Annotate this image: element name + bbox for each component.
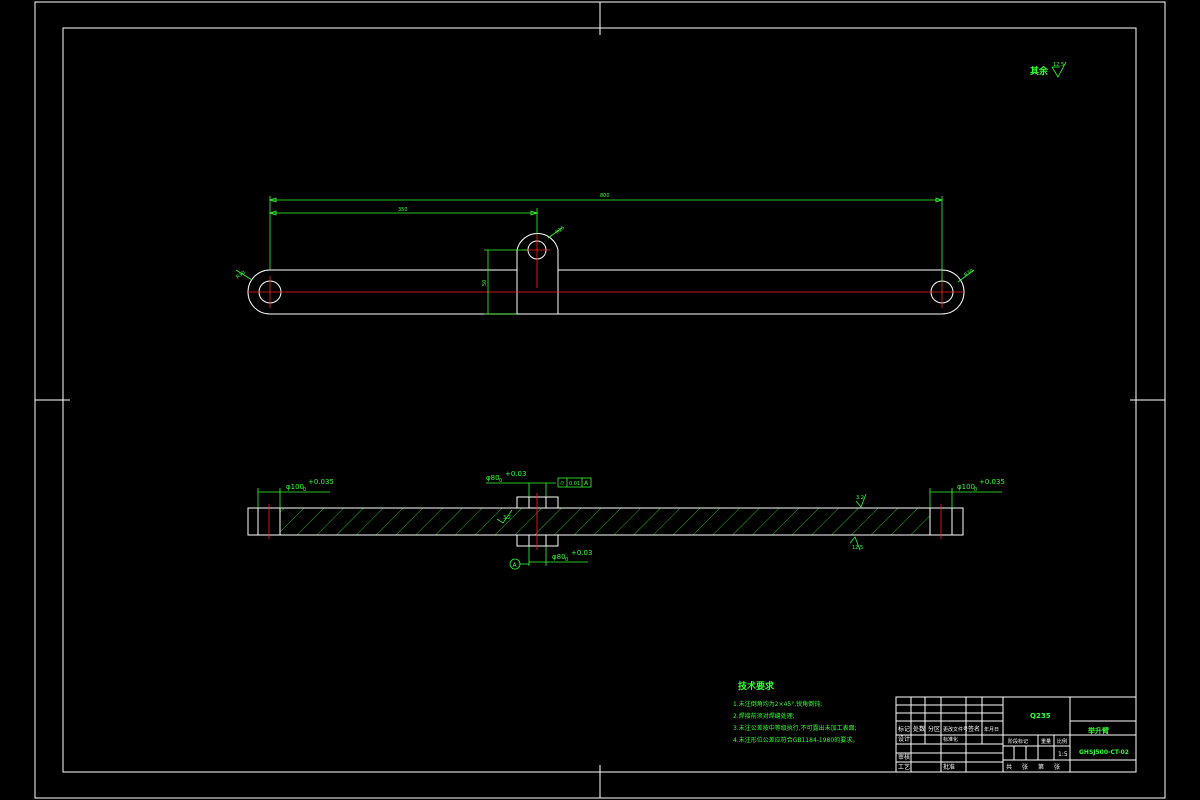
approve-label: 批准 [943,763,955,771]
fit-center-bottom-tol: +0.03 [571,549,592,557]
tolerance-value: 0.01 [569,481,580,487]
review-label: 审核 [898,753,910,761]
sheet-border-outer [34,1,1166,799]
section-roughness-top-text: 3.2 [856,495,864,501]
fit-center-top-sub: 0 [499,478,502,484]
fit-center-top: φ80 0 +0.03 [486,470,556,497]
top-boss [516,496,559,509]
dim-center-offset: 350 [268,207,539,234]
front-view: 800 350 50 R30 R25 R30 [235,193,975,315]
dim-radius-left: R30 [235,269,253,281]
process-label: 工艺 [898,763,910,771]
datum-a-label: A [513,562,518,569]
standard-label: 标准化 [943,736,958,743]
material-text: Q235 [1030,712,1051,720]
dim-center-offset-text: 350 [398,207,408,213]
scale-label: 比例 [1057,738,1067,745]
fit-left-bore: φ100 0 +0.035 [257,478,334,508]
stage-label: 阶段标记 [1008,738,1028,745]
tech-requirement-item: 1.未注倒角均为2×45°,锐角倒钝; [733,700,822,708]
arm-outline [247,233,965,315]
fit-right-bore: φ100 0 +0.035 [929,478,1005,508]
top-boss-bore [528,496,547,509]
scale-value: 1:5 [1058,751,1068,758]
tolerance-frame: ⌭ 0.01 A [557,477,592,488]
grid-label: 年月日 [984,726,999,733]
design-label: 设计 [898,735,910,743]
sheet-border-inner [62,27,1137,773]
cad-drawing: 其余 12.5 800 350 50 R30 R25 R30 φ100 0 +0… [0,0,1200,800]
fit-left-bore-text: φ100 [286,483,304,491]
sheet-label: 张 [1054,763,1060,771]
section-view: φ100 0 +0.035 φ80 0 +0.03 ⌭ 0.01 A φ80 0 [247,470,1005,570]
fit-center-top-tol: +0.03 [505,470,526,478]
section-roughness-bottom: 12.5 [849,536,863,551]
fit-center-bottom-text: φ80 [552,553,566,561]
tech-requirement-item: 2.焊接前须对焊缝处理; [733,712,795,720]
roughness-note-label: 其余 [1030,65,1049,77]
tolerance-datum: A [584,480,589,487]
weight-label: 重量 [1041,738,1051,745]
section-body-hatch [280,508,930,535]
dim-total-length: 800 [268,193,944,282]
dim-radius-lug: R25 [547,225,567,239]
dim-lug-height: 50 [482,249,528,315]
tolerance-symbol-icon: ⌭ [560,480,565,487]
tech-requirement-item: 4.未注形位公差应符合GB1184-1980的要求。 [733,736,858,744]
datum-a: A [509,558,529,570]
section-roughness-bottom-text: 12.5 [852,545,863,551]
sheet-label: 共 [1006,763,1012,771]
fit-right-bore-text: φ100 [957,483,975,491]
title-block: 标记 处数 分区 更改文件号 签名 年月日 设计 标准化 审核 工艺 批准 Q2… [895,696,1137,773]
bottom-boss-bore [528,534,547,547]
tech-requirement-item: 3.未注公差按中等级执行,不可露出未加工表面; [733,724,857,732]
fit-center-bottom-sub: 0 [565,557,568,563]
tech-requirements: 技术要求 1.未注倒角均为2×45°,锐角倒钝; 2.焊接前须对焊缝处理; 3.… [733,680,858,744]
sheet-label: 张 [1022,763,1028,771]
fit-left-bore-sub: 0 [303,487,306,493]
section-roughness-top: 3.2 [855,493,867,508]
fit-center-bottom: φ80 0 +0.03 [528,546,592,566]
dim-radius-right: R30 [957,268,975,283]
part-name: 举升臂 [1087,726,1109,735]
section-roughness-side-text: 3.2 [503,515,511,521]
tech-requirements-title: 技术要求 [738,680,775,692]
bottom-boss [516,534,559,547]
grid-label: 更改文件号 [943,726,968,733]
fit-right-bore-tol: +0.035 [979,478,1005,486]
drawing-number: GHSJ500-CT-02 [1079,749,1129,756]
dim-total-length-text: 800 [600,193,610,199]
fit-center-top-text: φ80 [486,474,500,482]
grid-label: 处数 [913,725,925,733]
grid-label: 分区 [928,725,940,733]
dim-radius-lug-text: R25 [555,225,567,236]
grid-label: 签名 [968,725,980,733]
sheet-label: 第 [1038,763,1044,771]
dim-radius-right-text: R30 [963,268,975,279]
grid-label: 标记 [898,725,910,733]
general-roughness-note: 其余 12.5 [1030,61,1067,78]
fit-right-bore-sub: 0 [974,487,977,493]
dim-lug-height-text: 50 [482,280,488,286]
fit-left-bore-tol: +0.035 [308,478,334,486]
dim-radius-left-text: R30 [235,270,247,281]
